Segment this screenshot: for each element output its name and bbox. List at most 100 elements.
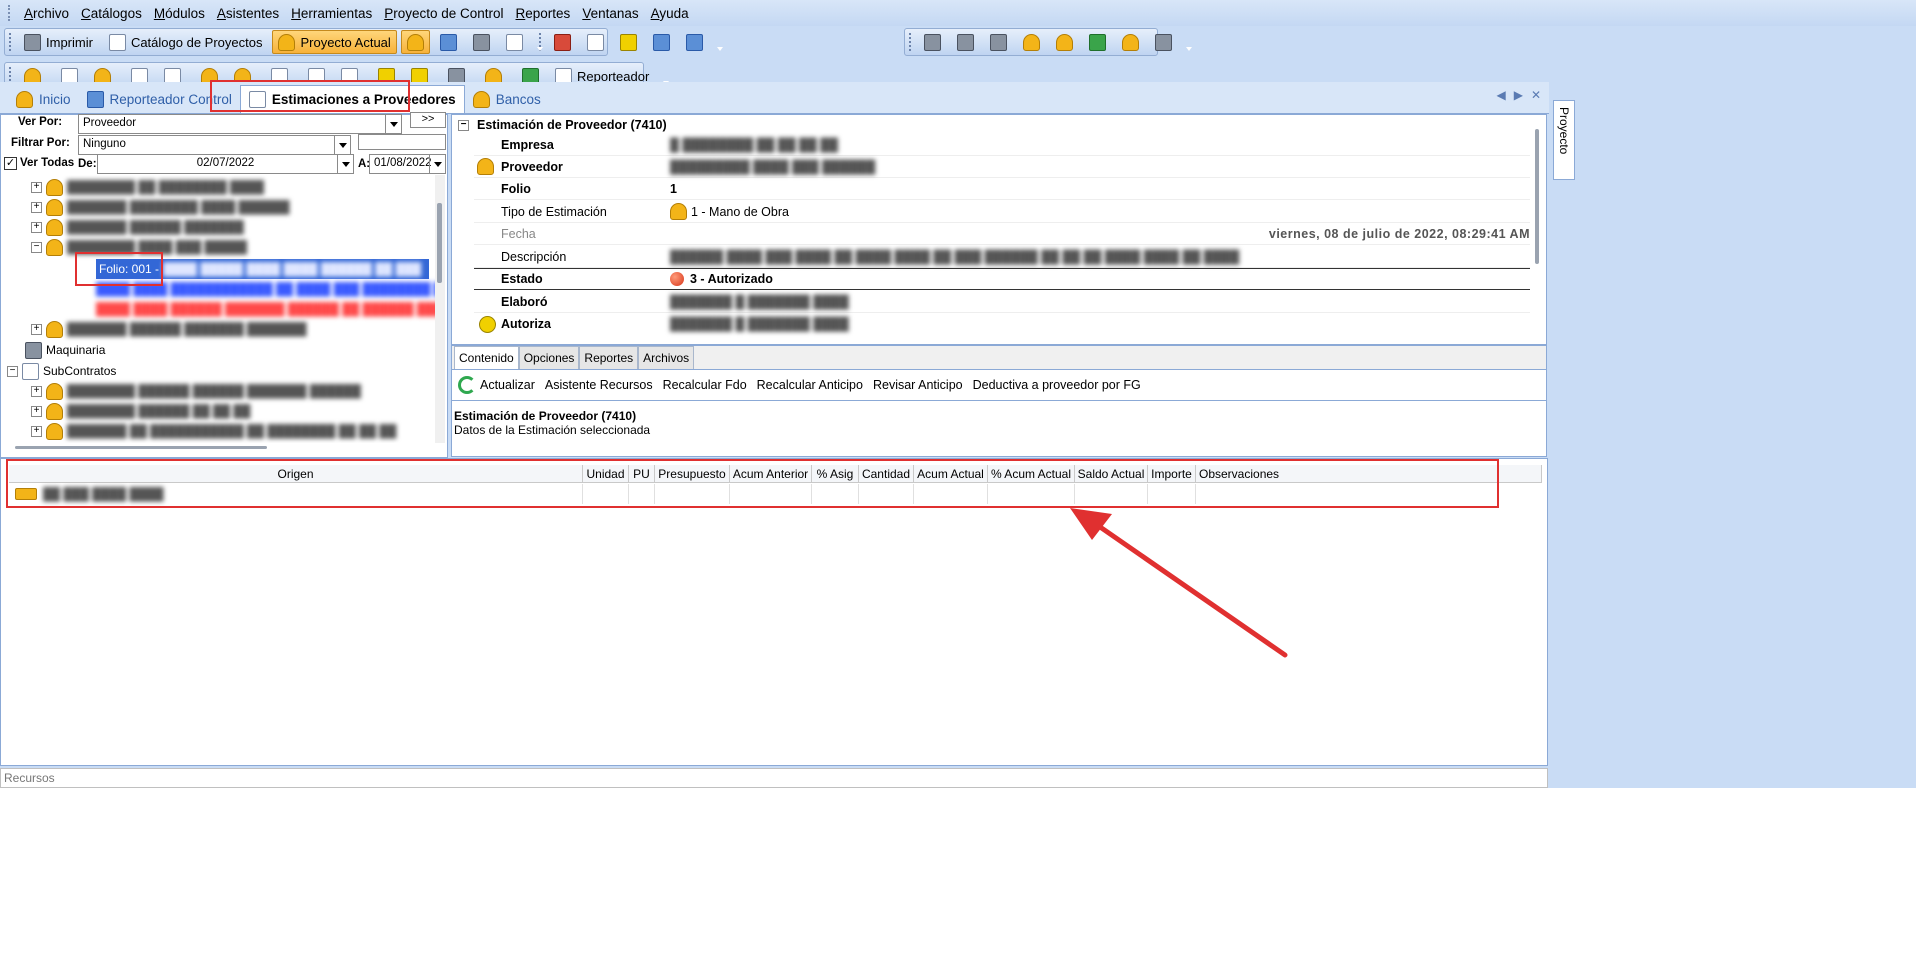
detail-scrollbar[interactable] bbox=[1535, 129, 1539, 264]
tree-node[interactable]: + ███████ ██ ███████████ ██ ████████ ██ █… bbox=[31, 421, 396, 441]
tree-folio-selected[interactable]: Folio: 001 - ████ █████ ████ ████ ██████ … bbox=[96, 259, 429, 279]
expand-icon[interactable]: + bbox=[31, 181, 42, 193]
tool-button-8[interactable] bbox=[647, 30, 676, 54]
report-chart-icon bbox=[86, 90, 104, 108]
print-button[interactable]: Imprimir bbox=[18, 30, 99, 54]
ver-por-label: Ver Por: bbox=[18, 116, 63, 128]
tab-bancos[interactable]: Bancos bbox=[465, 85, 549, 113]
tree-folio-item[interactable]: ████ ████ ████████████ ██ ████ ███ █████… bbox=[96, 279, 435, 299]
collapse-icon[interactable]: − bbox=[458, 119, 469, 131]
tree-node[interactable]: + ████████ ██ ████████ ████ bbox=[31, 177, 264, 197]
col-porc-asig[interactable]: % Asig bbox=[812, 465, 859, 483]
col-pu[interactable]: PU bbox=[629, 465, 655, 483]
tool-button-10[interactable] bbox=[918, 30, 947, 54]
col-porc-acum-actual[interactable]: % Acum Actual bbox=[988, 465, 1075, 483]
tree-subcontratos[interactable]: − SubContratos bbox=[7, 361, 116, 381]
recalcular-anticipo-button[interactable]: Recalcular Anticipo bbox=[757, 378, 863, 392]
tree-node[interactable]: + ████████ ██████ ██ ██ ██ bbox=[31, 401, 250, 421]
tool-button-15[interactable] bbox=[1083, 30, 1112, 54]
filtrar-por-select[interactable]: Ninguno bbox=[78, 135, 351, 155]
tab-inicio[interactable]: Inicio bbox=[8, 85, 79, 113]
tree-hscrollbar[interactable] bbox=[15, 446, 267, 449]
asistente-recursos-button[interactable]: Asistente Recursos bbox=[545, 378, 653, 392]
tool-button-6[interactable] bbox=[581, 30, 610, 54]
expand-icon[interactable]: + bbox=[31, 385, 42, 397]
tab-close-icon[interactable]: ✕ bbox=[1531, 88, 1541, 102]
tree-node[interactable]: + ███████ ██████ ███████ ███████ bbox=[31, 319, 307, 339]
tool-button-1[interactable] bbox=[400, 30, 430, 54]
tool-button-2[interactable] bbox=[434, 30, 463, 54]
date-from-picker[interactable]: 02/07/2022 bbox=[97, 154, 354, 174]
menu-proyecto-control[interactable]: Proyecto de Control bbox=[378, 6, 509, 21]
tab-reporteador-control[interactable]: Reporteador Control bbox=[79, 85, 240, 113]
ver-todas-checkbox[interactable]: ✓ bbox=[4, 157, 17, 170]
menu-catalogos[interactable]: Catálogos bbox=[75, 6, 148, 21]
tool-button-17[interactable] bbox=[1149, 30, 1178, 54]
tree-vscrollbar[interactable] bbox=[435, 175, 445, 443]
tab-prev-icon[interactable]: ◀ bbox=[1496, 88, 1505, 102]
menu-ayuda[interactable]: Ayuda bbox=[645, 6, 695, 21]
col-cantidad[interactable]: Cantidad bbox=[859, 465, 914, 483]
refresh-button[interactable]: Actualizar bbox=[458, 376, 535, 394]
collapse-icon[interactable]: − bbox=[31, 241, 42, 253]
tool-button-7[interactable] bbox=[614, 30, 643, 54]
tool-button-16[interactable] bbox=[1116, 30, 1145, 54]
expand-icon[interactable]: + bbox=[31, 425, 42, 437]
tab-next-icon[interactable]: ▶ bbox=[1514, 88, 1523, 102]
revisar-anticipo-button[interactable]: Revisar Anticipo bbox=[873, 378, 963, 392]
tree-maquinaria[interactable]: Maquinaria bbox=[25, 340, 105, 360]
menu-reportes[interactable]: Reportes bbox=[510, 6, 577, 21]
ver-por-select[interactable]: Proveedor bbox=[78, 114, 402, 134]
proveedor-label: Proveedor bbox=[501, 159, 563, 174]
content-tabs: Contenido Opciones Reportes Archivos bbox=[451, 345, 1547, 370]
menu-ventanas[interactable]: Ventanas bbox=[576, 6, 644, 21]
recalcular-fdo-button[interactable]: Recalcular Fdo bbox=[663, 378, 747, 392]
tool-button-9[interactable] bbox=[680, 30, 709, 54]
expand-icon[interactable]: + bbox=[31, 201, 42, 213]
project-catalog-button[interactable]: Catálogo de Proyectos bbox=[103, 30, 269, 54]
add-icon bbox=[553, 33, 571, 51]
tab-reportes[interactable]: Reportes bbox=[579, 346, 639, 369]
col-origen[interactable]: Origen bbox=[9, 465, 583, 483]
menu-asistentes[interactable]: Asistentes bbox=[211, 6, 285, 21]
current-project-button[interactable]: Proyecto Actual bbox=[272, 30, 397, 54]
side-tab-proyecto[interactable]: Proyecto bbox=[1553, 100, 1575, 180]
date-to-picker[interactable]: 01/08/2022 bbox=[369, 154, 446, 174]
menu-modulos[interactable]: Módulos bbox=[148, 6, 211, 21]
expand-icon[interactable]: + bbox=[31, 323, 42, 335]
truck-icon bbox=[46, 402, 63, 420]
collapse-icon[interactable]: − bbox=[7, 365, 18, 377]
side-tab-label: Proyecto bbox=[1557, 107, 1571, 155]
menu-herramientas[interactable]: Herramientas bbox=[285, 6, 378, 21]
col-saldo-actual[interactable]: Saldo Actual bbox=[1075, 465, 1148, 483]
tool-button-13[interactable] bbox=[1017, 30, 1046, 54]
filter-text-input[interactable] bbox=[358, 134, 446, 150]
tree-node[interactable]: + ███████ ██████ ███████ bbox=[31, 217, 244, 237]
col-acum-actual[interactable]: Acum Actual bbox=[914, 465, 988, 483]
tool-button-5[interactable] bbox=[548, 30, 577, 54]
tool-button-14[interactable] bbox=[1050, 30, 1079, 54]
scroll-thumb[interactable] bbox=[437, 203, 442, 283]
col-acum-anterior[interactable]: Acum Anterior bbox=[730, 465, 812, 483]
col-observaciones[interactable]: Observaciones bbox=[1196, 465, 1542, 483]
tool-button-11[interactable] bbox=[951, 30, 980, 54]
tree-folio-item[interactable]: ████ ████ ██████ ███████ ██████ ██ █████… bbox=[96, 299, 435, 319]
expand-icon[interactable]: + bbox=[31, 405, 42, 417]
tab-archivos[interactable]: Archivos bbox=[638, 346, 695, 369]
col-unidad[interactable]: Unidad bbox=[583, 465, 629, 483]
tab-opciones[interactable]: Opciones bbox=[518, 346, 580, 369]
menu-archivo[interactable]: Archivo bbox=[18, 6, 75, 21]
col-presupuesto[interactable]: Presupuesto bbox=[655, 465, 730, 483]
tool-button-4[interactable] bbox=[500, 30, 529, 54]
tool-button-3[interactable] bbox=[467, 30, 496, 54]
go-button[interactable]: >> bbox=[410, 112, 446, 128]
expand-icon[interactable]: + bbox=[31, 221, 42, 233]
tree-node-expanded[interactable]: − ████████ ████ ███ █████ bbox=[31, 237, 247, 257]
col-importe[interactable]: Importe bbox=[1148, 465, 1196, 483]
deductiva-proveedor-button[interactable]: Deductiva a proveedor por FG bbox=[973, 378, 1141, 392]
tab-estimaciones-proveedores[interactable]: Estimaciones a Proveedores bbox=[239, 85, 465, 113]
tree-node[interactable]: + ███████ ████████ ████ ██████ bbox=[31, 197, 290, 217]
tree-node[interactable]: + ████████ ██████ ██████ ███████ ██████ bbox=[31, 381, 361, 401]
tool-button-12[interactable] bbox=[984, 30, 1013, 54]
tab-contenido[interactable]: Contenido bbox=[454, 346, 519, 369]
